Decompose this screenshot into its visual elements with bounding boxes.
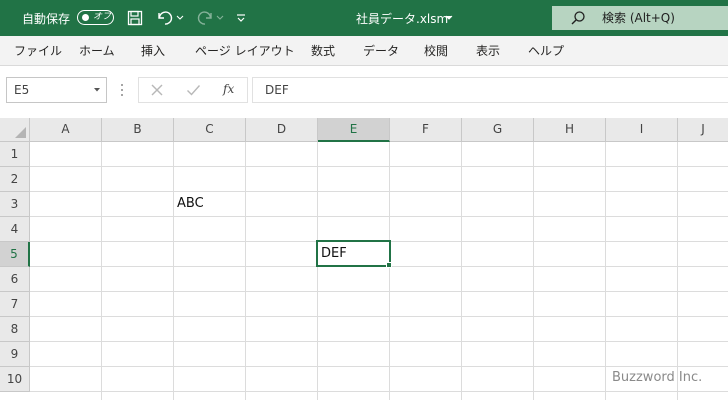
gridline [30, 191, 728, 192]
row-header-4[interactable]: 4 [0, 217, 30, 242]
formula-value: DEF [265, 83, 289, 97]
title-bar: 自動保存 オフ 社員データ.xlsm 検索 (Alt+Q) [0, 0, 728, 36]
search-box[interactable]: 検索 (Alt+Q) [552, 6, 728, 30]
row-header-5[interactable]: 5 [0, 242, 30, 267]
title-dropdown-icon[interactable] [445, 0, 455, 36]
column-header-h[interactable]: H [534, 118, 606, 142]
tab-formulas[interactable]: 数式 [311, 36, 335, 66]
gridline [30, 341, 728, 342]
column-header-e[interactable]: E [318, 118, 390, 142]
gridline [461, 142, 462, 400]
select-all-button[interactable] [0, 118, 30, 142]
ribbon-tabs: ファイル ホーム 挿入 ページ レイアウト 数式 データ 校閲 表示 ヘルプ [0, 36, 728, 66]
redo-icon[interactable] [196, 0, 214, 36]
gridline [30, 366, 728, 367]
gridline [30, 291, 728, 292]
cell-c3[interactable]: ABC [174, 191, 246, 216]
column-header-c[interactable]: C [174, 118, 246, 142]
gridline [30, 166, 728, 167]
redo-dropdown-icon[interactable] [216, 0, 226, 36]
row-header-1[interactable]: 1 [0, 142, 30, 167]
name-box-value: E5 [14, 83, 30, 97]
tab-file[interactable]: ファイル [14, 36, 62, 66]
gridline [30, 316, 728, 317]
row-header-9[interactable]: 9 [0, 342, 30, 367]
row-header-2[interactable]: 2 [0, 167, 30, 192]
tab-data[interactable]: データ [363, 36, 399, 66]
save-icon[interactable] [127, 0, 145, 36]
gridline [317, 142, 318, 400]
drag-handle-icon[interactable] [119, 83, 125, 97]
gridline [173, 142, 174, 400]
formula-bar-area: E5 fx DEF [0, 66, 728, 118]
gridline [533, 142, 534, 400]
tab-insert[interactable]: 挿入 [141, 36, 165, 66]
tab-home[interactable]: ホーム [79, 36, 115, 66]
column-header-b[interactable]: B [102, 118, 174, 142]
undo-icon[interactable] [156, 0, 174, 36]
customize-toolbar-icon[interactable] [236, 0, 248, 36]
fill-handle[interactable] [386, 262, 392, 268]
cancel-icon[interactable] [150, 83, 164, 97]
formula-input[interactable]: DEF [252, 77, 728, 103]
column-header-d[interactable]: D [246, 118, 318, 142]
worksheet-grid[interactable]: A B C D E F G H I J 1 2 3 4 5 6 7 8 9 10… [0, 118, 728, 400]
undo-dropdown-icon[interactable] [176, 0, 186, 36]
column-header-a[interactable]: A [30, 118, 102, 142]
toggle-knob [82, 14, 89, 21]
autosave-toggle[interactable]: オフ [77, 10, 114, 25]
insert-function-icon[interactable]: fx [223, 82, 234, 96]
column-header-i[interactable]: I [606, 118, 678, 142]
column-header-f[interactable]: F [390, 118, 462, 142]
gridline [101, 142, 102, 400]
column-header-j[interactable]: J [678, 118, 728, 142]
formula-buttons: fx [138, 77, 248, 103]
watermark: Buzzword Inc. [612, 370, 703, 385]
search-icon [571, 11, 585, 25]
row-header-7[interactable]: 7 [0, 292, 30, 317]
row-header-3[interactable]: 3 [0, 192, 30, 217]
row-header-8[interactable]: 8 [0, 317, 30, 342]
gridline [389, 142, 390, 400]
gridline [30, 216, 728, 217]
row-header-10[interactable]: 10 [0, 367, 30, 392]
document-title: 社員データ.xlsm [356, 11, 449, 26]
name-box[interactable]: E5 [6, 77, 107, 103]
gridline [30, 391, 728, 392]
chevron-down-icon[interactable] [93, 87, 101, 93]
tab-help[interactable]: ヘルプ [528, 36, 564, 66]
autosave-state: オフ [93, 12, 112, 22]
column-header-g[interactable]: G [462, 118, 534, 142]
gridline [605, 142, 606, 400]
enter-icon[interactable] [186, 83, 201, 97]
gridline [245, 142, 246, 400]
select-all-icon [15, 127, 26, 138]
active-cell-border [316, 240, 391, 267]
autosave-label: 自動保存 [22, 11, 71, 26]
tab-view[interactable]: 表示 [476, 36, 500, 66]
row-header-6[interactable]: 6 [0, 267, 30, 292]
tab-review[interactable]: 校閲 [424, 36, 448, 66]
search-placeholder: 検索 (Alt+Q) [602, 11, 675, 25]
tab-page-layout[interactable]: ページ レイアウト [195, 36, 295, 66]
gridline [677, 142, 678, 400]
